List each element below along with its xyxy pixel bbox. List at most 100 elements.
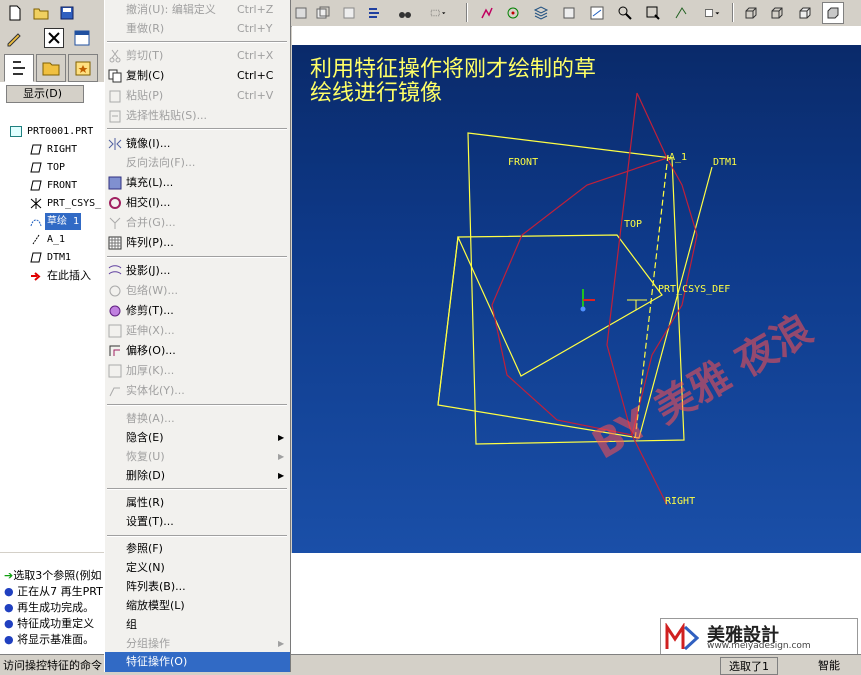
edit-icon[interactable] <box>4 28 24 48</box>
message-line: ● 特征成功重定义 <box>4 616 94 632</box>
menu-item-cut[interactable]: 剪切(T) Ctrl+X <box>105 46 290 66</box>
menu-item-undo[interactable]: 撤消(U): 编辑定义 Ctrl+Z <box>105 0 290 20</box>
datum-point-display-icon[interactable] <box>502 2 524 24</box>
menu-item-label: 设置(T)... <box>126 515 174 528</box>
binoculars-icon[interactable] <box>394 2 416 24</box>
saved-views-icon[interactable] <box>312 2 334 24</box>
menu-item-feature-operations[interactable]: 特征操作(O) <box>105 652 290 672</box>
selection-box-icon[interactable] <box>422 2 454 24</box>
menu-item-label: 重做(R) <box>126 22 165 35</box>
menu-item-shortcut: Ctrl+X <box>237 49 274 62</box>
menu-item-pattern-table[interactable]: 阵列表(B)... <box>105 577 290 597</box>
menu-separator <box>107 404 287 406</box>
datum-plane-display-icon[interactable] <box>338 2 360 24</box>
menu-item-flip-normal[interactable]: 反向法向(F)... <box>105 153 290 173</box>
menu-item-scale-model[interactable]: 缩放模型(L) <box>105 596 290 616</box>
menu-item-resume[interactable]: 恢复(U) ▶ <box>105 447 290 467</box>
pattern-icon <box>108 236 122 250</box>
tree-item-top[interactable]: TOP <box>0 159 104 176</box>
selection-count: 选取了1 <box>720 657 778 675</box>
menu-item-delete[interactable]: 删除(D) ▶ <box>105 466 290 486</box>
tree-item-dtm1[interactable]: DTM1 <box>0 249 104 266</box>
sketch-icon <box>30 216 42 227</box>
tab-folder-browser[interactable] <box>36 54 66 82</box>
fill-icon <box>108 176 122 190</box>
menu-item-extend[interactable]: 延伸(X)... <box>105 321 290 341</box>
show-button[interactable]: 显示(D) <box>6 85 84 103</box>
tree-item-insert-here[interactable]: 在此插入 <box>0 267 104 284</box>
menu-item-group[interactable]: 组 <box>105 615 290 635</box>
message-line: ● 将显示基准面。 <box>4 632 94 648</box>
menu-item-replace[interactable]: 替换(A)... <box>105 409 290 429</box>
datum-axis-display-icon[interactable] <box>364 2 386 24</box>
menu-separator <box>107 488 287 490</box>
menu-item-trim[interactable]: 修剪(T)... <box>105 301 290 321</box>
graphics-viewport[interactable]: 利用特征操作将刚才绘制的草 绘线进行镜像 FRONT A_1 DTM1 TOP … <box>292 45 861 553</box>
spin-center-icon[interactable] <box>670 2 692 24</box>
tab-model-tree[interactable] <box>4 54 34 82</box>
menu-item-setup[interactable]: 设置(T)... <box>105 512 290 532</box>
tab-favorites[interactable] <box>68 54 98 82</box>
menu-item-copy[interactable]: 复制(C) Ctrl+C <box>105 66 290 86</box>
menu-item-properties[interactable]: 属性(R) <box>105 493 290 513</box>
orient-icon[interactable] <box>558 2 580 24</box>
model-geometry <box>437 92 713 506</box>
submenu-arrow-icon: ▶ <box>278 639 285 648</box>
menu-item-suppress[interactable]: 隐含(E) ▶ <box>105 428 290 448</box>
menu-item-paste-special[interactable]: 选择性粘贴(S)... <box>105 106 290 126</box>
shading-icon[interactable] <box>822 2 844 24</box>
menu-item-intersect[interactable]: 相交(I)... <box>105 193 290 213</box>
menu-item-references[interactable]: 参照(F) <box>105 539 290 559</box>
menu-item-paste[interactable]: 粘贴(P) Ctrl+V <box>105 86 290 106</box>
menu-item-label: 投影(J)... <box>126 264 171 277</box>
logo-url: www.meiyadesign.com <box>707 641 811 651</box>
menu-item-redo[interactable]: 重做(R) Ctrl+Y <box>105 19 290 39</box>
no-hidden-icon[interactable] <box>794 2 816 24</box>
label-right: RIGHT <box>665 496 696 507</box>
sketch-tool-icon[interactable] <box>476 2 498 24</box>
show-button-label: 显示(D) <box>23 87 63 100</box>
label-front: FRONT <box>508 157 539 168</box>
view-manager-icon[interactable] <box>698 2 726 24</box>
tree-item-label: 草绘 1 <box>45 213 82 230</box>
tree-item-part[interactable]: PRT0001.PRT <box>0 123 104 140</box>
refit-icon[interactable] <box>586 2 608 24</box>
tree-item-axis[interactable]: A_1 <box>0 231 104 248</box>
insert-here-icon <box>30 270 42 281</box>
menu-item-fill[interactable]: 填充(L)... <box>105 173 290 193</box>
menu-item-wrap[interactable]: 包络(W)... <box>105 281 290 301</box>
project-icon <box>108 264 122 278</box>
hidden-line-icon[interactable] <box>766 2 788 24</box>
open-folder-icon[interactable] <box>30 2 52 24</box>
message-line: ● 再生成功完成。 <box>4 600 94 616</box>
tree-item-csys[interactable]: PRT_CSYS_ <box>0 195 104 212</box>
layers-icon[interactable] <box>530 2 552 24</box>
new-file-icon[interactable] <box>4 2 26 24</box>
menu-item-merge[interactable]: 合并(G)... <box>105 213 290 233</box>
repaint-icon[interactable] <box>290 2 312 24</box>
menu-item-label: 剪切(T) <box>126 49 164 62</box>
save-icon[interactable] <box>56 2 78 24</box>
tree-item-front[interactable]: FRONT <box>0 177 104 194</box>
zoom-out-icon[interactable] <box>642 2 664 24</box>
menu-item-offset[interactable]: 偏移(O)... <box>105 341 290 361</box>
menu-item-mirror[interactable]: 镜像(I)... <box>105 134 290 154</box>
close-icon[interactable] <box>44 28 64 48</box>
message-text: 再生成功完成。 <box>17 601 95 614</box>
menu-item-shortcut: Ctrl+Y <box>237 22 273 35</box>
menu-item-group-operations[interactable]: 分组操作 ▶ <box>105 634 290 654</box>
info-bullet-icon: ● <box>4 617 18 630</box>
label-top: TOP <box>624 219 643 230</box>
window-icon[interactable] <box>72 28 92 48</box>
menu-item-pattern[interactable]: 阵列(P)... <box>105 233 290 253</box>
selection-filter[interactable]: 智能 <box>818 657 840 673</box>
menu-item-project[interactable]: 投影(J)... <box>105 261 290 281</box>
tree-item-right[interactable]: RIGHT <box>0 141 104 158</box>
menu-item-solidify[interactable]: 实体化(Y)... <box>105 381 290 401</box>
menu-item-thicken[interactable]: 加厚(K)... <box>105 361 290 381</box>
tree-item-sketch[interactable]: 草绘 1 <box>0 213 104 230</box>
zoom-in-icon[interactable] <box>614 2 636 24</box>
menu-item-definition[interactable]: 定义(N) <box>105 558 290 578</box>
datum-plane-icon <box>30 252 42 263</box>
wireframe-icon[interactable] <box>740 2 762 24</box>
